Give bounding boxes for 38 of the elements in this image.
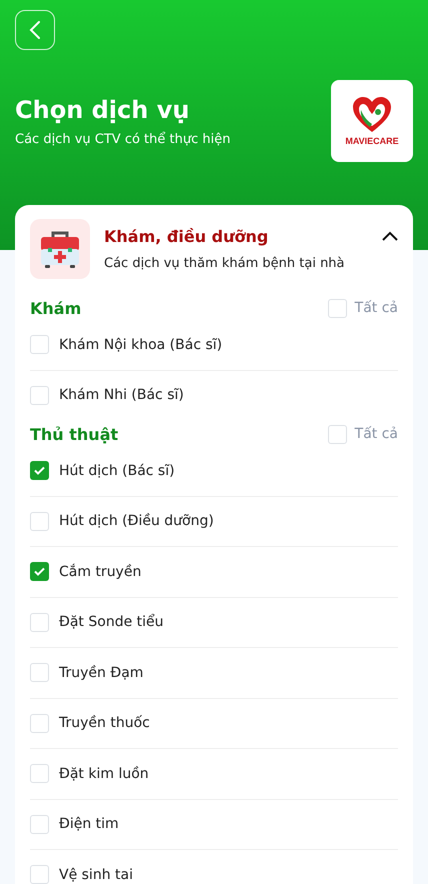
select-all-label: Tất cả (354, 426, 398, 442)
heart-logo-icon (351, 96, 393, 134)
checkbox[interactable] (30, 714, 49, 733)
checkbox[interactable] (30, 461, 49, 480)
service-label: Hút dịch (Bác sĩ) (59, 462, 175, 479)
service-label: Truyền thuốc (59, 715, 150, 732)
first-aid-kit-icon (30, 219, 90, 279)
checkbox[interactable] (30, 562, 49, 582)
checkbox[interactable] (30, 612, 49, 632)
checkbox[interactable] (30, 865, 49, 884)
category-description: Các dịch vụ thăm khám bệnh tại nhà (104, 256, 346, 271)
service-label: Khám Nhi (Bác sĩ) (59, 387, 184, 404)
checkbox[interactable] (30, 764, 49, 784)
checkbox[interactable] (30, 814, 49, 834)
service-label: Đặt kim luồn (59, 766, 149, 782)
service-label: Đặt Sonde tiểu (59, 614, 164, 630)
page-subtitle: Các dịch vụ CTV có thể thực hiện (15, 132, 230, 146)
service-label: Khám Nội khoa (Bác sĩ) (59, 336, 222, 353)
page-title: Chọn dịch vụ (15, 96, 190, 124)
group-title: Thủ thuật (30, 424, 118, 444)
checkbox[interactable] (30, 386, 49, 405)
checkbox[interactable] (328, 298, 347, 318)
checkbox[interactable] (328, 424, 347, 444)
category-title: Khám, điều dưỡng (104, 227, 270, 246)
group-title: Khám (30, 298, 82, 318)
checkmark-icon (34, 466, 45, 476)
logo-text: MAVIECARE (345, 136, 399, 146)
service-label: Hút dịch (Điều dưỡng) (59, 513, 214, 530)
checkbox[interactable] (30, 335, 49, 354)
service-label: Truyền Đạm (59, 664, 144, 681)
checkbox[interactable] (30, 663, 49, 682)
select-all-label: Tất cả (354, 300, 398, 316)
checkbox[interactable] (30, 512, 49, 531)
service-label: Vệ sinh tai (59, 866, 133, 883)
service-label: Điện tim (59, 816, 119, 832)
service-label: Cắm truyền (59, 564, 142, 580)
back-button[interactable] (15, 10, 55, 50)
checkmark-icon (34, 567, 45, 576)
